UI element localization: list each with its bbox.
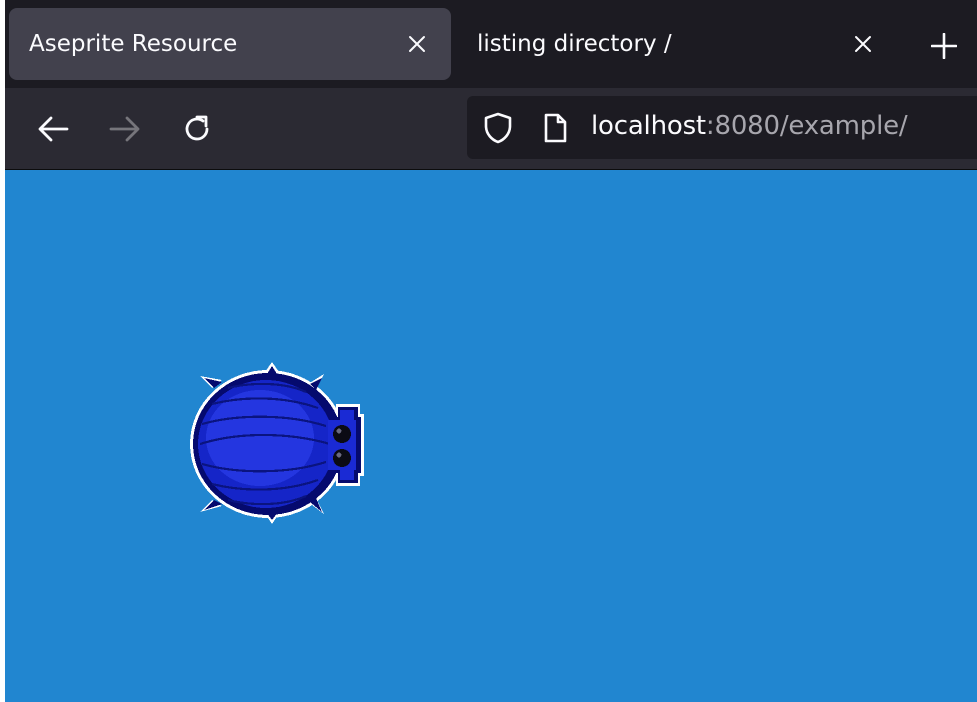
tab-aseprite-resource[interactable]: Aseprite Resource	[9, 8, 451, 80]
tab-listing-directory[interactable]: listing directory /	[457, 8, 897, 80]
arrow-right-icon[interactable]	[105, 109, 145, 149]
plus-icon[interactable]	[926, 28, 962, 64]
reload-icon[interactable]	[177, 109, 217, 149]
arrow-left-icon[interactable]	[33, 109, 73, 149]
close-icon[interactable]	[849, 30, 877, 58]
beetle-sprite	[190, 362, 364, 524]
page-content	[5, 170, 977, 702]
tab-title: listing directory /	[477, 31, 672, 57]
browser-window: Aseprite Resource listing directory / lo…	[5, 0, 977, 702]
shield-icon[interactable]	[482, 112, 514, 144]
nav-bar: localhost:8080/example/	[5, 88, 977, 169]
url-path: :8080/example/	[705, 111, 908, 141]
tab-strip: Aseprite Resource listing directory /	[5, 0, 977, 88]
address-bar[interactable]: localhost:8080/example/	[467, 96, 977, 159]
tab-title: Aseprite Resource	[29, 31, 238, 57]
page-icon[interactable]	[539, 112, 571, 144]
url-host: localhost	[591, 111, 706, 141]
close-icon[interactable]	[403, 30, 431, 58]
url-text[interactable]: localhost:8080/example/	[591, 111, 908, 141]
